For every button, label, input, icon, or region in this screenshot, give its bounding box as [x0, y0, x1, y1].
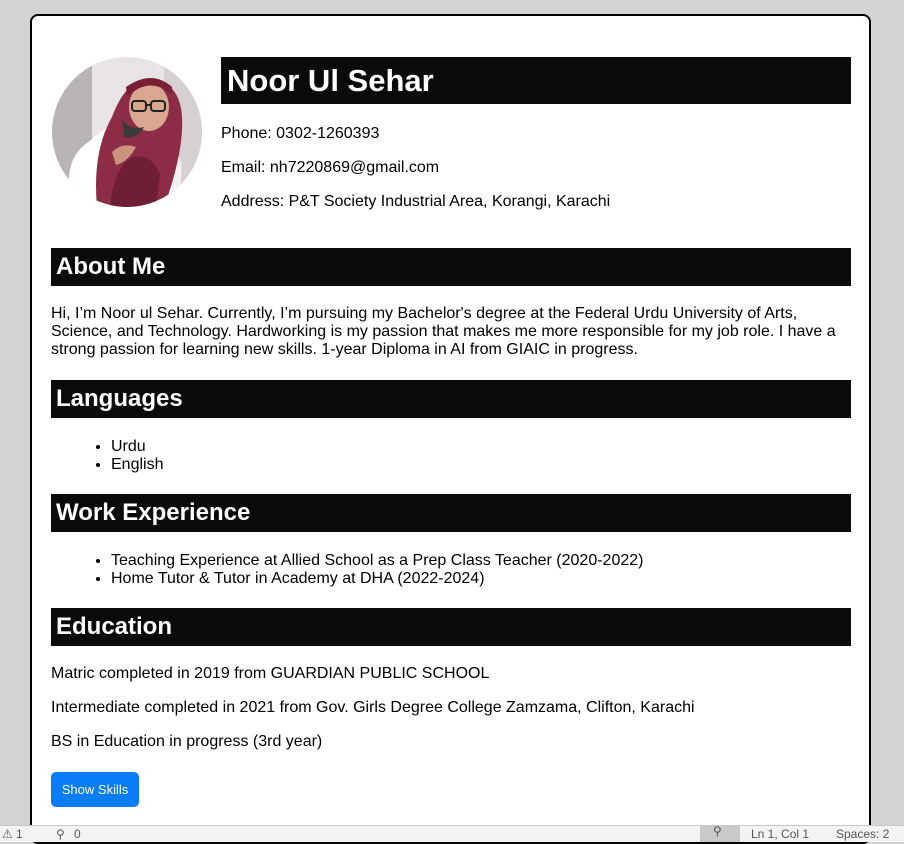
about-heading: About Me: [51, 248, 851, 286]
education-heading: Education: [51, 608, 851, 646]
list-item: English: [111, 456, 163, 474]
contact-address: Address: P&T Society Industrial Area, Ko…: [221, 193, 611, 210]
cursor-position[interactable]: Ln 1, Col 1: [751, 827, 809, 842]
list-item: Home Tutor & Tutor in Academy at DHA (20…: [111, 570, 643, 588]
list-item: Teaching Experience at Allied School as …: [111, 552, 643, 570]
search-icon: ⚲: [713, 824, 722, 838]
warning-count[interactable]: 1: [16, 827, 23, 842]
contact-email: Email: nh7220869@gmail.com: [221, 159, 440, 176]
resume-name: Noor Ul Sehar: [221, 57, 851, 104]
list-item: Urdu: [111, 438, 163, 456]
languages-heading: Languages: [51, 380, 851, 418]
profile-photo: [52, 57, 202, 207]
education-item: Matric completed in 2019 from GUARDIAN P…: [51, 665, 490, 682]
show-skills-button[interactable]: Show Skills: [51, 772, 139, 807]
education-item: BS in Education in progress (3rd year): [51, 733, 323, 750]
indent-setting[interactable]: Spaces: 2: [836, 827, 889, 842]
editor-statusbar: ⚠ 1 ⚲ 0 ⚲ Ln 1, Col 1 Spaces: 2: [0, 824, 904, 842]
ports-count[interactable]: 0: [74, 827, 81, 842]
education-item: Intermediate completed in 2021 from Gov.…: [51, 699, 695, 716]
about-text: Hi, I’m Noor ul Sehar. Currently, I’m pu…: [51, 305, 836, 358]
zoom-indicator[interactable]: ⚲: [700, 824, 740, 842]
work-heading: Work Experience: [51, 494, 851, 532]
resume-card: Noor Ul Sehar Phone: 0302-1260393 Email:…: [30, 14, 871, 844]
warning-icon[interactable]: ⚠: [2, 827, 13, 842]
languages-list: Urdu English: [51, 438, 163, 474]
ports-icon[interactable]: ⚲: [56, 827, 65, 842]
work-list: Teaching Experience at Allied School as …: [51, 552, 643, 588]
contact-phone: Phone: 0302-1260393: [221, 125, 380, 142]
